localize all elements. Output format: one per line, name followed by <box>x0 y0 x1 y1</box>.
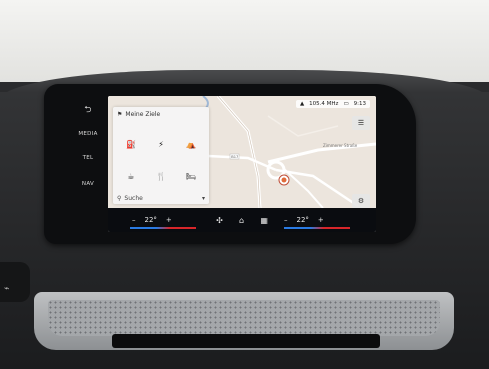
signal-icon: ▲ <box>299 101 305 107</box>
panel-header[interactable]: ⚑ Meine Ziele <box>117 111 160 118</box>
right-temp-indicator <box>284 227 350 229</box>
left-temperature[interactable]: 22° <box>145 216 157 224</box>
left-temp-minus[interactable]: – <box>132 216 136 224</box>
fuel-pump-icon[interactable]: ⛽ <box>121 135 141 153</box>
picnic-table-icon[interactable]: ⛺ <box>181 135 201 153</box>
my-destinations-panel: ⚑ Meine Ziele ⛽ ⚡ ⛺ ☕ 🍴 🛏 ⚲ Suche ▾ <box>113 107 209 204</box>
fan-icon[interactable]: ✣ <box>216 216 223 225</box>
air-vent-slot <box>112 334 380 348</box>
search-placeholder: Suche <box>124 194 143 202</box>
vehicle-position-marker <box>281 177 287 183</box>
street-label: Zimmerer Straße <box>323 143 358 148</box>
home-icon[interactable]: ⌂ <box>239 216 244 225</box>
lock-icon: ⌁ <box>4 284 10 294</box>
back-arrow-icon[interactable]: ⮌ <box>70 102 106 118</box>
chevron-down-icon: ▾ <box>201 194 205 202</box>
settings-gear-icon[interactable]: ⚙ <box>352 194 370 208</box>
ev-charging-icon[interactable]: ⚡ <box>151 135 171 153</box>
climate-bar: – 22° + ✣ ⌂ ▦ – 22° + <box>108 208 376 232</box>
hardkey-column: ⮌ MEDIA TEL NAV <box>70 98 108 218</box>
air-vent-grille <box>48 300 440 336</box>
apps-grid-icon[interactable]: ▦ <box>260 216 268 225</box>
tel-button[interactable]: TEL <box>70 155 106 161</box>
poi-grid: ⛽ ⚡ ⛺ ☕ 🍴 🛏 <box>119 131 203 191</box>
radio-station: 105.4 MHz <box>309 101 339 107</box>
right-temperature[interactable]: 22° <box>297 216 309 224</box>
search-field[interactable]: ⚲ Suche ▾ <box>117 193 205 203</box>
shifter-stalk <box>0 262 30 302</box>
coffee-cup-icon[interactable]: ☕ <box>121 167 141 185</box>
road-number-label: B17 <box>231 155 238 159</box>
panel-title: Meine Ziele <box>125 111 161 118</box>
map-options-button[interactable]: ☰ <box>352 116 370 130</box>
clock: 9:13 <box>353 101 366 107</box>
nav-button[interactable]: NAV <box>70 181 106 187</box>
right-temp-plus[interactable]: + <box>318 216 324 224</box>
left-temp-plus[interactable]: + <box>166 216 172 224</box>
right-temp-minus[interactable]: – <box>284 216 288 224</box>
search-icon: ⚲ <box>117 194 122 202</box>
climate-shortcuts: ✣ ⌂ ▦ <box>208 211 276 229</box>
status-bar: ▲ 105.4 MHz ▭ 9:13 <box>295 99 370 109</box>
infotainment-screen: Zimmerer Straße B17 ▲ 105.4 MHz ▭ 9:13 ⚑… <box>108 96 376 232</box>
media-button[interactable]: MEDIA <box>70 131 106 137</box>
destinations-icon: ⚑ <box>117 111 123 118</box>
status-chip: ▲ 105.4 MHz ▭ 9:13 <box>295 100 370 108</box>
restaurant-icon[interactable]: 🍴 <box>151 167 171 185</box>
hotel-bed-icon[interactable]: 🛏 <box>181 167 201 185</box>
left-temp-indicator <box>130 227 196 229</box>
screen-mirror-icon: ▭ <box>343 101 349 107</box>
